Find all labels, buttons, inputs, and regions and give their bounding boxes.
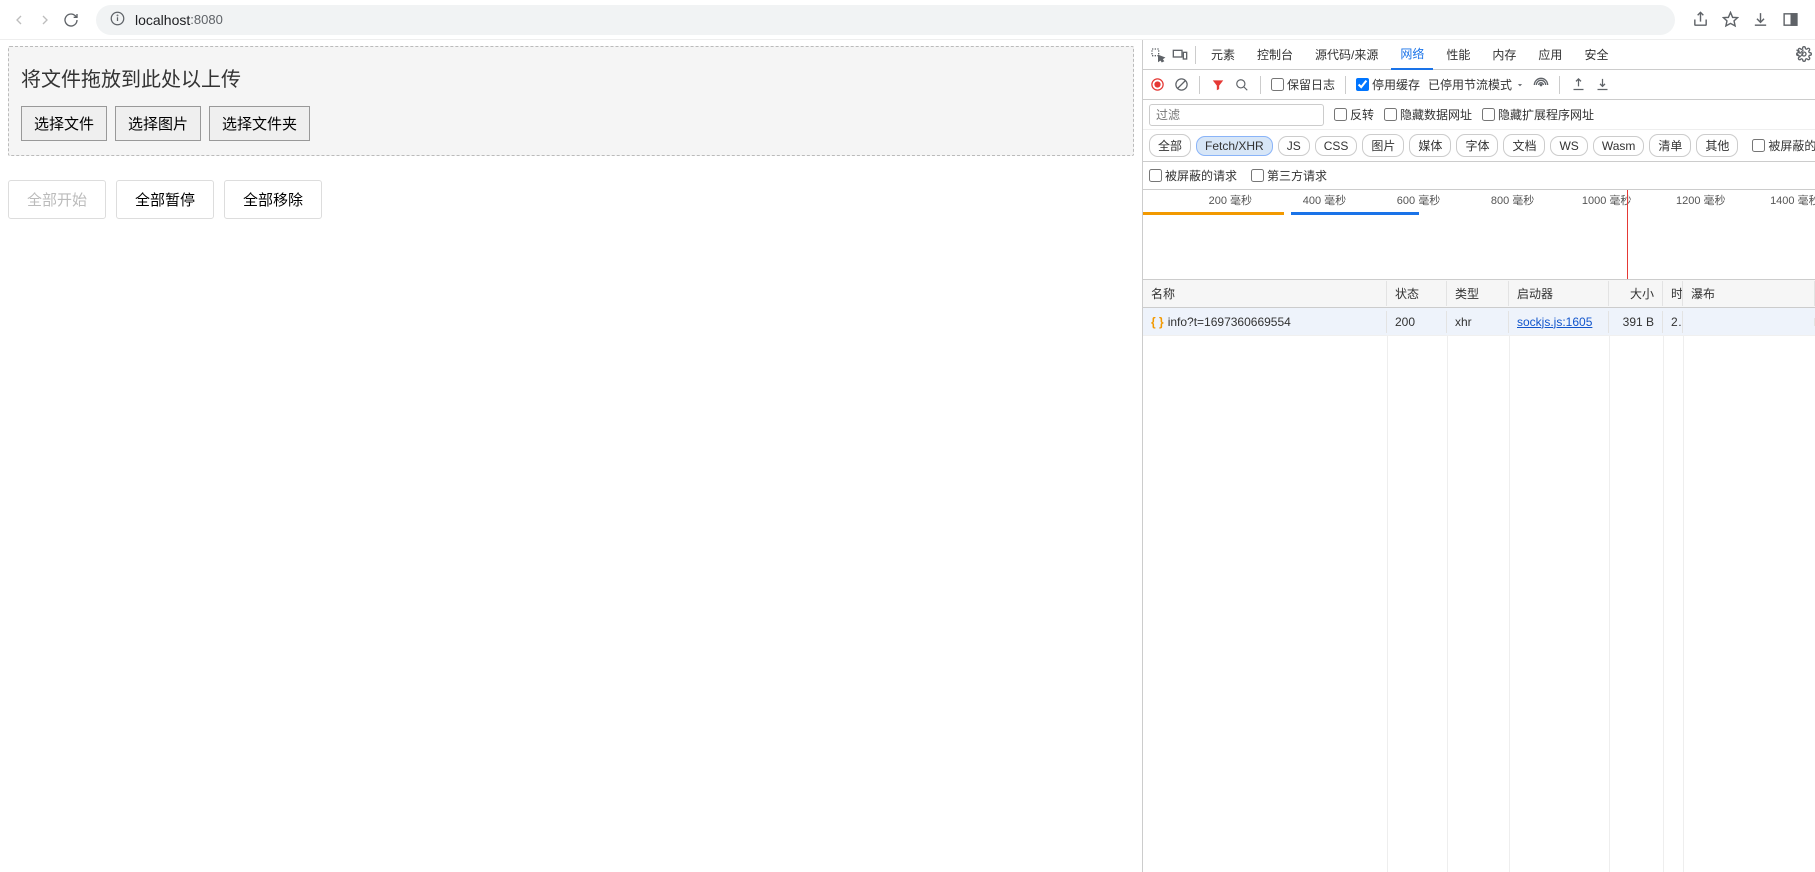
network-conditions-icon[interactable]	[1533, 77, 1549, 93]
tl-400ms: 400 毫秒	[1303, 192, 1346, 208]
xhr-icon: { }	[1151, 315, 1164, 329]
tab-application[interactable]: 应用	[1529, 40, 1571, 70]
select-folder-button[interactable]: 选择文件夹	[209, 106, 310, 141]
td-initiator: sockjs.js:1605	[1509, 311, 1609, 333]
td-name: { }info?t=1697360669554	[1143, 311, 1387, 333]
browser-nav-bar: localhost:8080	[0, 0, 1815, 40]
table-row[interactable]: { }info?t=1697360669554 200 xhr sockjs.j…	[1143, 308, 1815, 336]
th-size[interactable]: 大小	[1609, 281, 1663, 306]
initiator-link[interactable]: sockjs.js:1605	[1517, 315, 1592, 329]
share-icon[interactable]	[1691, 11, 1709, 29]
clear-icon[interactable]	[1173, 77, 1189, 93]
tl-1000ms: 1000 毫秒	[1582, 192, 1632, 208]
timeline-overview[interactable]: 200 毫秒 400 毫秒 600 毫秒 800 毫秒 1000 毫秒 1200…	[1143, 190, 1815, 280]
url-host: localhost	[135, 12, 190, 28]
record-icon[interactable]	[1149, 77, 1165, 93]
invert-checkbox[interactable]: 反转	[1334, 106, 1374, 123]
filter-funnel-icon[interactable]	[1210, 77, 1226, 93]
url-bar[interactable]: localhost:8080	[96, 5, 1675, 35]
network-table-header: 名称 状态 类型 启动器 大小 时 瀑布	[1143, 280, 1815, 308]
th-status[interactable]: 状态	[1387, 281, 1447, 306]
type-font[interactable]: 字体	[1456, 134, 1498, 157]
forward-icon[interactable]	[36, 11, 54, 29]
tl-bar-orange	[1143, 212, 1284, 215]
type-ws[interactable]: WS	[1550, 136, 1587, 156]
tl-1400ms: 1400 毫秒	[1770, 192, 1815, 208]
select-image-button[interactable]: 选择图片	[115, 106, 201, 141]
hide-data-urls-checkbox[interactable]: 隐藏数据网址	[1384, 106, 1472, 123]
td-time: 2.	[1663, 311, 1683, 333]
tl-1200ms: 1200 毫秒	[1676, 192, 1726, 208]
start-all-button[interactable]: 全部开始	[8, 180, 106, 219]
tl-bar-blue	[1291, 212, 1419, 215]
export-har-icon[interactable]	[1594, 77, 1610, 93]
network-toolbar: 保留日志 停用缓存 已停用节流模式	[1143, 70, 1815, 100]
import-har-icon[interactable]	[1570, 77, 1586, 93]
filter-row: 反转 隐藏数据网址 隐藏扩展程序网址	[1143, 100, 1815, 130]
device-toggle-icon[interactable]	[1171, 46, 1189, 64]
drop-zone-title: 将文件拖放到此处以上传	[21, 63, 1121, 92]
pause-all-button[interactable]: 全部暂停	[116, 180, 214, 219]
type-doc[interactable]: 文档	[1503, 134, 1545, 157]
tab-console[interactable]: 控制台	[1248, 40, 1302, 70]
settings-gear-icon[interactable]	[1795, 45, 1813, 63]
upload-drop-zone[interactable]: 将文件拖放到此处以上传 选择文件 选择图片 选择文件夹	[8, 46, 1134, 156]
back-icon[interactable]	[10, 11, 28, 29]
tab-memory[interactable]: 内存	[1483, 40, 1525, 70]
devtools-panel: 元素 控制台 源代码/来源 网络 性能 内存 应用 安全	[1142, 40, 1815, 872]
tl-200ms: 200 毫秒	[1209, 192, 1252, 208]
tl-800ms: 800 毫秒	[1491, 192, 1534, 208]
type-fetch-xhr[interactable]: Fetch/XHR	[1196, 136, 1273, 156]
blocked-requests-checkbox[interactable]: 被屏蔽的请求	[1149, 167, 1237, 184]
disable-cache-checkbox[interactable]: 停用缓存	[1356, 76, 1420, 93]
type-js[interactable]: JS	[1278, 136, 1310, 156]
table-background	[1143, 336, 1815, 872]
type-wasm[interactable]: Wasm	[1593, 136, 1645, 156]
page-content: 将文件拖放到此处以上传 选择文件 选择图片 选择文件夹 全部开始 全部暂停 全部…	[0, 40, 1142, 872]
filter-input[interactable]	[1149, 104, 1324, 126]
inspect-icon[interactable]	[1149, 46, 1167, 64]
remove-all-button[interactable]: 全部移除	[224, 180, 322, 219]
type-manifest[interactable]: 清单	[1649, 134, 1691, 157]
site-info-icon[interactable]	[110, 11, 125, 29]
th-waterfall[interactable]: 瀑布	[1683, 281, 1815, 306]
type-img[interactable]: 图片	[1362, 134, 1404, 157]
tl-600ms: 600 毫秒	[1397, 192, 1440, 208]
tab-network[interactable]: 网络	[1391, 40, 1433, 70]
tl-marker	[1627, 190, 1628, 279]
star-icon[interactable]	[1721, 11, 1739, 29]
type-css[interactable]: CSS	[1315, 136, 1358, 156]
th-type[interactable]: 类型	[1447, 281, 1509, 306]
tab-security[interactable]: 安全	[1575, 40, 1617, 70]
search-icon[interactable]	[1234, 77, 1250, 93]
url-port: :8080	[190, 12, 223, 27]
hide-ext-urls-checkbox[interactable]: 隐藏扩展程序网址	[1482, 106, 1594, 123]
select-file-button[interactable]: 选择文件	[21, 106, 107, 141]
tab-performance[interactable]: 性能	[1437, 40, 1479, 70]
type-filter-row: 全部 Fetch/XHR JS CSS 图片 媒体 字体 文档 WS Wasm …	[1143, 130, 1815, 162]
tab-elements[interactable]: 元素	[1202, 40, 1244, 70]
td-waterfall	[1683, 318, 1815, 326]
th-initiator[interactable]: 启动器	[1509, 281, 1609, 306]
reload-icon[interactable]	[62, 11, 80, 29]
third-party-checkbox[interactable]: 第三方请求	[1251, 167, 1327, 184]
type-all[interactable]: 全部	[1149, 134, 1191, 157]
panel-toggle-icon[interactable]	[1781, 11, 1799, 29]
blocked-cookies-checkbox[interactable]: 被屏蔽的响应 Cookie	[1752, 137, 1815, 154]
td-size: 391 B	[1609, 311, 1663, 333]
throttling-dropdown[interactable]: 已停用节流模式	[1428, 76, 1525, 93]
devtools-tabs: 元素 控制台 源代码/来源 网络 性能 内存 应用 安全	[1143, 40, 1815, 70]
tab-sources[interactable]: 源代码/来源	[1306, 40, 1387, 70]
preserve-log-checkbox[interactable]: 保留日志	[1271, 76, 1335, 93]
td-status: 200	[1387, 311, 1447, 333]
type-media[interactable]: 媒体	[1409, 134, 1451, 157]
th-time[interactable]: 时	[1663, 281, 1683, 306]
download-icon[interactable]	[1751, 11, 1769, 29]
th-name[interactable]: 名称	[1143, 281, 1387, 306]
td-type: xhr	[1447, 311, 1509, 333]
extra-filter-row: 被屏蔽的请求 第三方请求	[1143, 162, 1815, 190]
type-other[interactable]: 其他	[1696, 134, 1738, 157]
